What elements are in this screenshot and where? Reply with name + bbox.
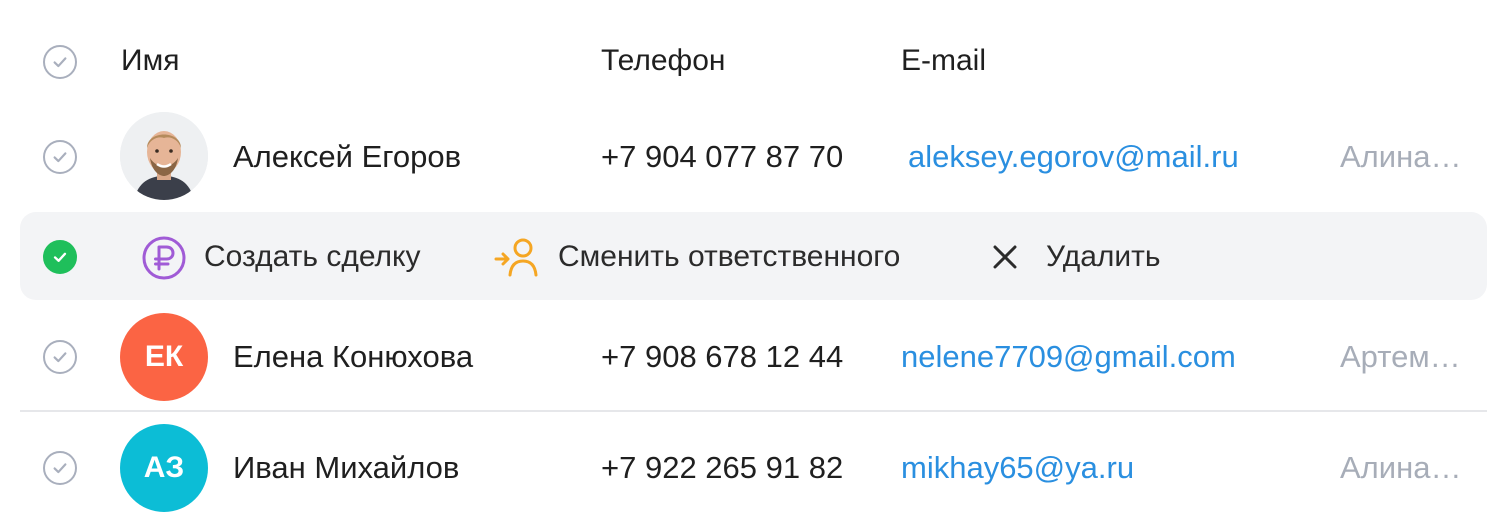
column-header-name[interactable]: Имя <box>121 44 179 78</box>
avatar: АЗ <box>120 424 208 512</box>
change-responsible-label: Сменить ответственного <box>558 240 901 273</box>
close-icon <box>993 245 1017 269</box>
contact-responsible[interactable]: Артем… <box>1340 339 1470 375</box>
select-all-checkbox[interactable] <box>43 45 77 79</box>
contact-phone[interactable]: +7 904 077 87 70 <box>601 139 843 175</box>
contact-email[interactable]: nelene7709@gmail.com <box>901 339 1236 375</box>
column-header-phone[interactable]: Телефон <box>601 44 725 78</box>
contact-name[interactable]: Елена Конюхова <box>233 339 473 375</box>
check-icon <box>53 463 67 474</box>
avatar: ЕК <box>120 313 208 401</box>
contact-phone[interactable]: +7 922 265 91 82 <box>601 450 843 486</box>
contact-email[interactable]: mikhay65@ya.ru <box>901 450 1134 486</box>
row-checkbox[interactable] <box>43 451 77 485</box>
contact-phone[interactable]: +7 908 678 12 44 <box>601 339 843 375</box>
row-checkbox-selected[interactable] <box>43 240 77 274</box>
check-icon <box>53 252 67 262</box>
ruble-icon <box>142 236 186 280</box>
contact-responsible[interactable]: Алина… <box>1340 450 1470 486</box>
row-checkbox[interactable] <box>43 340 77 374</box>
contact-email[interactable]: aleksey.egorov@mail.ru <box>908 139 1239 175</box>
contact-name[interactable]: Алексей Егоров <box>233 139 461 175</box>
check-icon <box>53 57 67 68</box>
delete-label: Удалить <box>1046 240 1161 273</box>
avatar <box>120 112 208 200</box>
contact-name[interactable]: Иван Михайлов <box>233 450 459 486</box>
row-checkbox[interactable] <box>43 140 77 174</box>
check-icon <box>53 152 67 163</box>
create-deal-label: Создать сделку <box>204 240 421 273</box>
row-divider <box>20 410 1487 412</box>
column-header-email[interactable]: E-mail <box>901 44 986 78</box>
check-icon <box>53 352 67 363</box>
change-user-icon <box>494 238 538 277</box>
contact-responsible[interactable]: Алина… <box>1340 139 1470 175</box>
